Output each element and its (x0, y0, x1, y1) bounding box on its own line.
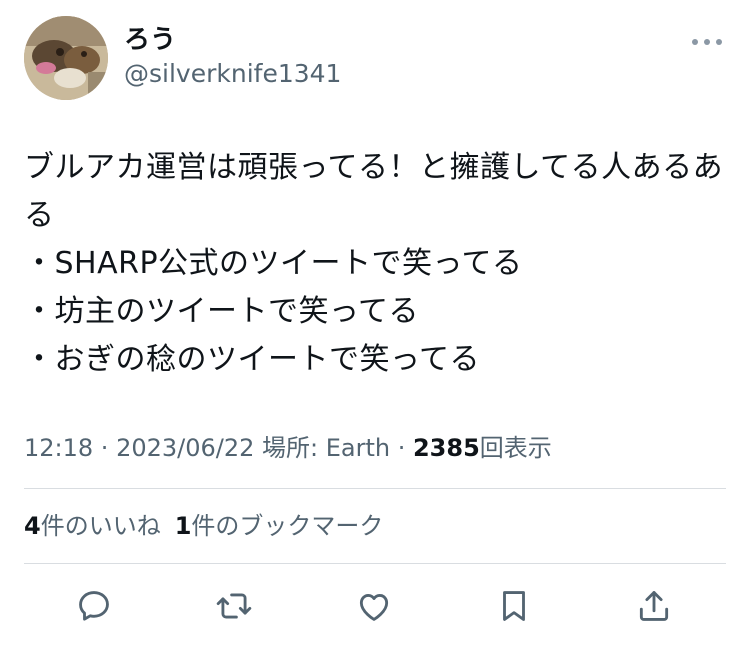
retweet-button[interactable] (212, 584, 256, 628)
reply-button[interactable] (72, 584, 116, 628)
divider (24, 488, 726, 489)
dot (704, 39, 710, 45)
display-name[interactable]: ろう (124, 24, 341, 56)
more-horizontal-icon[interactable] (692, 36, 722, 48)
likes-count: 4 (24, 512, 41, 540)
dot (692, 39, 698, 45)
tweet-meta: 12:18 · 2023/06/22 場所: Earth · 2385回表示 (24, 428, 552, 468)
tweet-time[interactable]: 12:18 (24, 434, 93, 462)
bookmark-button[interactable] (492, 584, 536, 628)
separator: · (93, 434, 117, 462)
views-count[interactable]: 2385 (413, 434, 480, 462)
action-bar (24, 580, 726, 632)
bookmarks-count: 1 (174, 512, 192, 540)
dot (716, 39, 722, 45)
bookmark-icon (503, 591, 525, 621)
bookmarks-label: 件のブックマーク (191, 512, 384, 540)
avatar-image (24, 16, 108, 100)
reply-icon (79, 591, 109, 621)
views-label: 回表示 (479, 434, 552, 462)
tweet-header: ろう @silverknife1341 (24, 16, 726, 102)
likes-stat[interactable]: 4件のいいね (24, 506, 161, 546)
share-icon (639, 591, 669, 621)
tweet-detail: ろう @silverknife1341 ブルアカ運営は頑張ってる！と擁護してる人… (0, 0, 750, 652)
like-icon (359, 593, 389, 621)
tweet-date[interactable]: 2023/06/22 (116, 434, 254, 462)
user-handle[interactable]: @silverknife1341 (124, 58, 341, 90)
engagement-stats: 4件のいいね 1件のブックマーク (24, 506, 397, 546)
separator: · (390, 434, 413, 462)
retweet-icon (216, 593, 252, 619)
tweet-text: ブルアカ運営は頑張ってる！と擁護してる人あるある ・SHARP公式のツイートで笑… (24, 150, 724, 377)
likes-label: 件のいいね (40, 512, 161, 540)
author-info: ろう @silverknife1341 (124, 24, 341, 90)
bookmarks-stat[interactable]: 1件のブックマーク (175, 506, 384, 546)
avatar[interactable] (24, 16, 108, 100)
tweet-location: 場所: Earth (254, 434, 391, 462)
share-button[interactable] (632, 584, 676, 628)
like-button[interactable] (352, 584, 396, 628)
divider (24, 563, 726, 564)
